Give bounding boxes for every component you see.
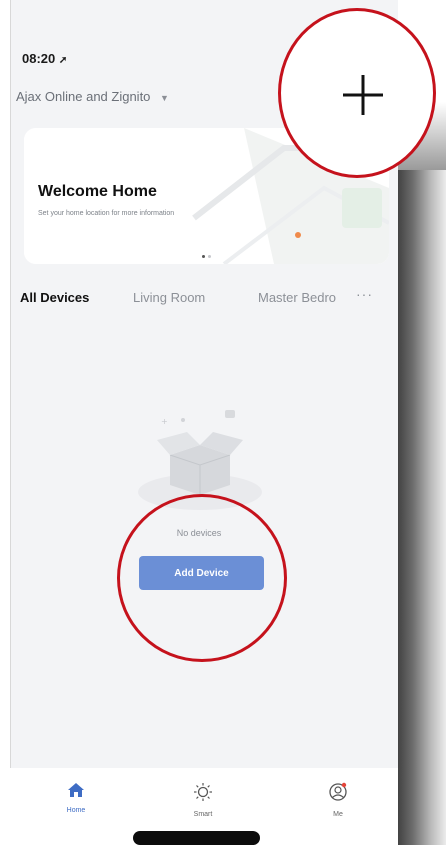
home-selector[interactable]: Ajax Online and Zignito ▼ — [16, 89, 169, 104]
profile-icon — [329, 782, 347, 801]
nav-me[interactable]: Me — [308, 782, 368, 818]
tab-living-room[interactable]: Living Room — [133, 290, 205, 305]
home-name: Ajax Online and Zignito — [16, 89, 151, 104]
carousel-dots — [202, 245, 214, 263]
home-icon — [68, 783, 84, 797]
tab-master-bedroom[interactable]: Master Bedro — [258, 290, 336, 305]
nav-home[interactable]: Home — [46, 782, 106, 814]
tab-all-devices[interactable]: All Devices — [20, 290, 89, 305]
plus-icon[interactable] — [340, 72, 386, 118]
home-indicator — [133, 831, 260, 845]
carousel-dot — [208, 255, 211, 258]
carousel-dot-active — [202, 255, 205, 258]
welcome-subtitle: Set your home location for more informat… — [38, 210, 175, 217]
svg-text:+: + — [161, 417, 168, 426]
phone-shadow — [395, 170, 446, 845]
chevron-down-icon: ▼ — [160, 93, 169, 103]
nav-smart[interactable]: Smart — [173, 782, 233, 818]
sun-icon — [194, 783, 212, 801]
annotation-circle-add-device — [117, 494, 287, 662]
status-time: 08:20 ➚ — [22, 51, 67, 66]
nav-home-label: Home — [66, 807, 86, 814]
ellipsis-icon[interactable]: ··· — [356, 286, 373, 302]
nav-smart-label: Smart — [193, 811, 213, 818]
status-time-text: 08:20 — [22, 51, 56, 66]
welcome-title: Welcome Home — [38, 183, 157, 200]
nav-me-label: Me — [333, 811, 343, 818]
location-arrow-icon: ➚ — [58, 55, 68, 66]
